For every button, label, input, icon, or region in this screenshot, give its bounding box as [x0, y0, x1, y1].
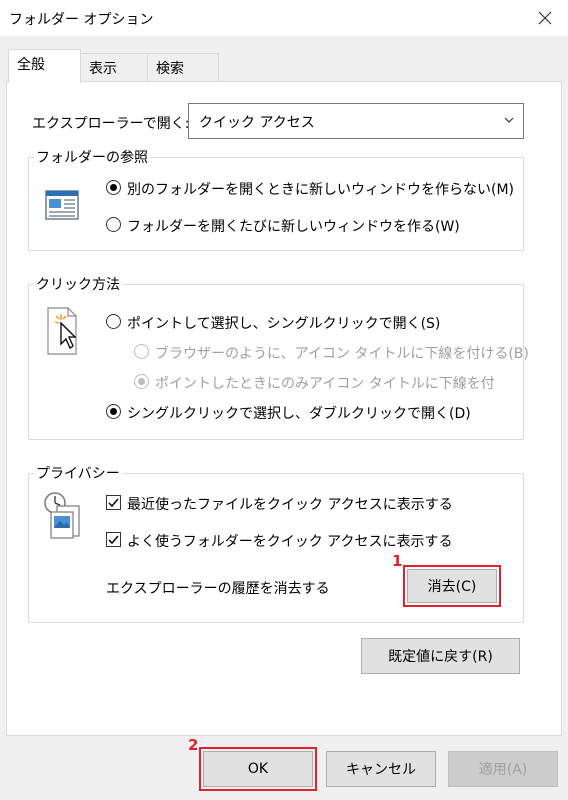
radio-underline-hover[interactable]	[134, 374, 149, 389]
recent-files-label: 最近使ったファイルをクイック アクセスに表示する	[127, 497, 453, 513]
frequent-folders-label: よく使うフォルダーをクイック アクセスに表示する	[127, 534, 453, 550]
tab-label: 検索	[156, 61, 184, 77]
title-bar: フォルダー オプション	[0, 0, 568, 36]
tab-search[interactable]: 検索	[147, 53, 219, 83]
open-explorer-dropdown[interactable]: クイック アクセス	[188, 103, 524, 139]
annotation-marker-2: 2	[188, 736, 199, 754]
underline-hover-label: ポイントしたときにのみアイコン タイトルに下線を付ける(P	[155, 376, 495, 392]
window-title: フォルダー オプション	[9, 12, 154, 28]
apply-button[interactable]: 適用(A)	[448, 751, 558, 787]
radio-double-click[interactable]	[106, 404, 121, 419]
radio-new-window[interactable]	[106, 217, 121, 232]
browse-folders-group	[28, 157, 524, 251]
clear-history-label: エクスプローラーの履歴を消去する	[106, 581, 330, 597]
radio-underline-always[interactable]	[134, 344, 149, 359]
ok-button[interactable]: OK	[203, 751, 313, 787]
single-click-label: ポイントして選択し、シングルクリックで開く(S)	[127, 316, 441, 332]
folder-window-icon	[45, 190, 79, 220]
restore-defaults-label: 既定値に戻す(R)	[388, 649, 493, 665]
tab-view[interactable]: 表示	[80, 53, 148, 83]
radio-single-click[interactable]	[106, 314, 121, 329]
checkmark-icon	[108, 535, 119, 545]
clear-button-label: 消去(C)	[427, 579, 477, 595]
open-explorer-label: エクスプローラーで開く:	[32, 116, 190, 132]
browse-folders-legend: フォルダーの参照	[34, 147, 150, 167]
clear-button[interactable]: 消去(C)	[407, 569, 497, 603]
privacy-legend: プライバシー	[34, 463, 122, 483]
restore-defaults-button[interactable]: 既定値に戻す(R)	[361, 638, 520, 674]
dropdown-value: クイック アクセス	[199, 115, 315, 131]
tab-label: 全般	[17, 57, 45, 73]
chevron-down-icon	[504, 117, 514, 123]
radio-same-window[interactable]	[106, 180, 121, 195]
cancel-button-label: キャンセル	[346, 762, 416, 778]
ok-button-label: OK	[247, 761, 269, 777]
pointer-click-icon	[47, 307, 77, 355]
new-window-label: フォルダーを開くたびに新しいウィンドウを作る(W)	[127, 219, 460, 235]
underline-always-label: ブラウザーのように、アイコン タイトルに下線を付ける(B)	[155, 346, 529, 362]
close-icon	[538, 11, 552, 25]
underline-hover-label-clip: ポイントしたときにのみアイコン タイトルに下線を付ける(P	[155, 373, 495, 393]
tab-general[interactable]: 全般	[8, 49, 81, 83]
checkbox-frequent-folders[interactable]	[106, 532, 121, 547]
annotation-marker-1: 1	[392, 552, 403, 570]
close-button[interactable]	[522, 0, 568, 36]
double-click-label: シングルクリックで選択し、ダブルクリックで開く(D)	[127, 406, 471, 422]
apply-button-label: 適用(A)	[478, 762, 528, 778]
checkmark-icon	[108, 498, 119, 508]
recent-files-icon	[44, 492, 80, 539]
tab-label: 表示	[89, 61, 117, 77]
checkbox-recent-files[interactable]	[106, 495, 121, 510]
click-items-legend: クリック方法	[34, 274, 122, 294]
cancel-button[interactable]: キャンセル	[326, 751, 436, 787]
same-window-label: 別のフォルダーを開くときに新しいウィンドウを作らない(M)	[127, 182, 515, 198]
